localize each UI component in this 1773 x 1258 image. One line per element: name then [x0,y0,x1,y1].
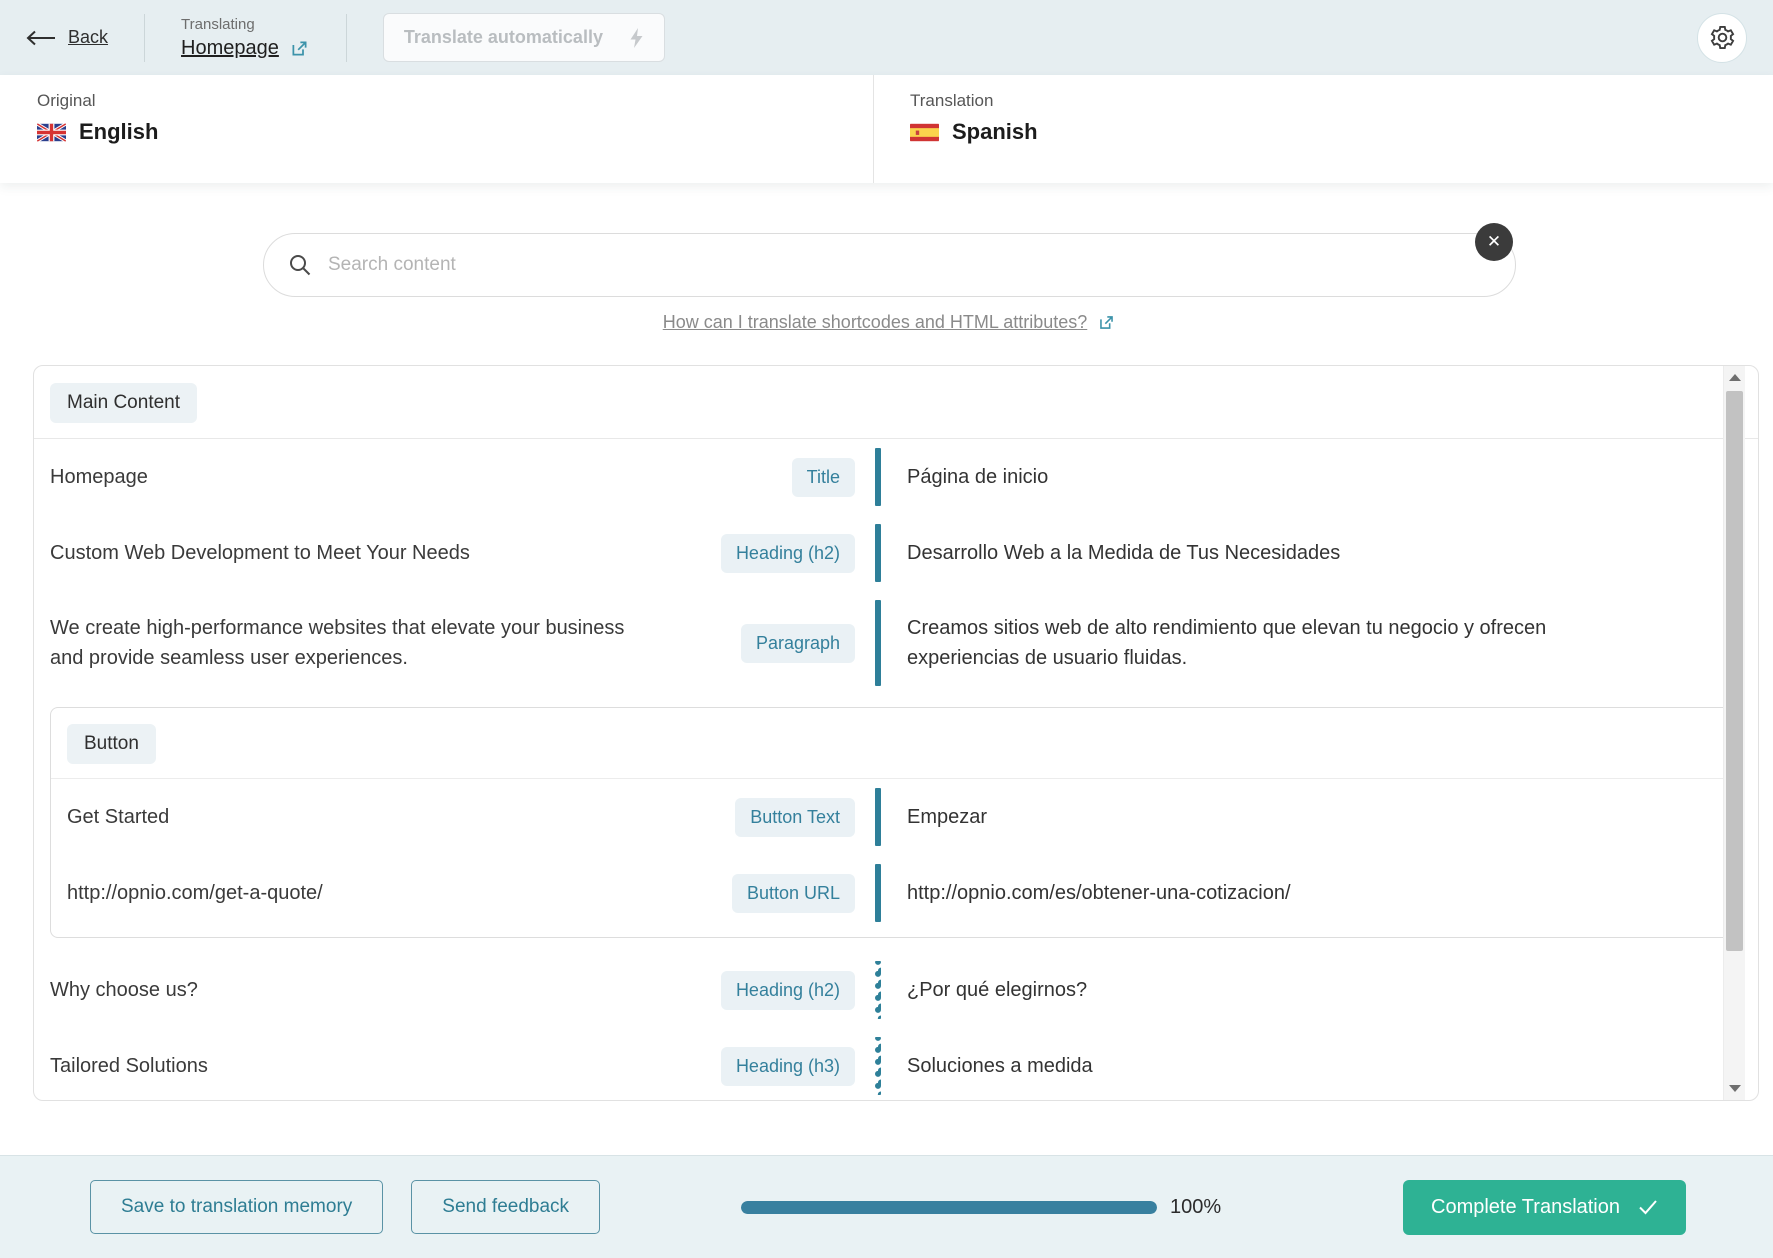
translating-label: Translating [181,16,310,33]
field-type-badge: Button URL [732,874,855,913]
translation-panel: Main Content Homepage Title Página de in… [33,365,1759,1101]
original-text: Custom Web Development to Meet Your Need… [50,538,470,568]
lightning-icon [629,28,644,48]
scrollbar-thumb[interactable] [1726,391,1743,951]
search-bar: ✕ [263,233,1516,297]
scroll-down-arrow[interactable] [1729,1085,1741,1092]
field-type-badge: Title [792,458,855,497]
translation-editor: Back Translating Homepage Translate auto… [0,0,1773,1258]
panel-scrollbar[interactable] [1723,366,1745,1100]
send-feedback-button[interactable]: Send feedback [411,1180,600,1234]
field-type-badge: Heading (h2) [721,534,855,573]
field-type-badge: Heading (h3) [721,1047,855,1086]
search-icon [288,253,312,277]
field-type-badge: Heading (h2) [721,971,855,1010]
button-group-box: Button Get Started Button Text Empezar h… [50,707,1740,938]
checkmark-icon [1638,1199,1658,1215]
translation-language-name: Spanish [952,119,1038,145]
original-text: Why choose us? [50,975,198,1005]
close-search-button[interactable]: ✕ [1475,223,1513,261]
translation-row[interactable]: Custom Web Development to Meet Your Need… [34,515,1758,591]
topbar-separator [144,14,145,62]
original-text: http://opnio.com/get-a-quote/ [67,878,323,908]
translation-row[interactable]: We create high-performance websites that… [34,591,1758,695]
original-label: Original [37,91,873,111]
progress-group: 100% [741,1196,1221,1219]
topbar-separator [346,14,347,62]
translation-row[interactable]: Homepage Title Página de inicio [34,439,1758,515]
translated-text[interactable]: Desarrollo Web a la Medida de Tus Necesi… [881,538,1571,568]
progress-bar [741,1201,1157,1214]
language-bar: Original English Translation [0,75,1773,183]
translated-text[interactable]: Empezar [881,802,1571,832]
original-text: We create high-performance websites that… [50,613,660,673]
external-link-icon[interactable] [289,38,310,59]
scroll-up-arrow[interactable] [1729,374,1741,381]
uk-flag-icon [37,123,66,142]
translate-automatically-label: Translate automatically [404,27,603,48]
translation-row[interactable]: Get Started Button Text Empezar [51,779,1739,855]
field-type-badge: Button Text [735,798,855,837]
content-area: ✕ How can I translate shortcodes and HTM… [0,183,1773,1155]
gear-icon [1709,24,1736,51]
close-icon: ✕ [1487,232,1501,252]
complete-translation-button[interactable]: Complete Translation [1403,1180,1686,1235]
settings-button[interactable] [1697,13,1747,63]
translation-row[interactable]: http://opnio.com/get-a-quote/ Button URL… [51,855,1739,931]
translation-row[interactable]: Why choose us? Heading (h2) ¿Por qué ele… [34,952,1758,1028]
translated-text[interactable]: http://opnio.com/es/obtener-una-cotizaci… [881,878,1571,908]
button-group-chip: Button [67,724,156,764]
progress-percentage: 100% [1170,1196,1221,1219]
translated-text[interactable]: Creamos sitios web de alto rendimiento q… [881,613,1571,673]
top-bar: Back Translating Homepage Translate auto… [0,0,1773,75]
translation-language-column: Translation Spanish [874,75,1038,183]
save-to-translation-memory-button[interactable]: Save to translation memory [90,1180,383,1234]
original-text: Get Started [67,802,169,832]
back-button[interactable]: Back [26,27,108,48]
original-text: Tailored Solutions [50,1051,208,1081]
translated-text[interactable]: Página de inicio [881,462,1571,492]
translating-block: Translating Homepage [181,16,310,60]
back-label: Back [68,27,108,48]
help-row: How can I translate shortcodes and HTML … [263,312,1516,333]
spain-flag-icon [910,123,939,142]
original-language-column: Original English [0,75,874,183]
field-type-badge: Paragraph [741,624,855,663]
translated-text[interactable]: ¿Por qué elegirnos? [881,975,1571,1005]
original-language-name: English [79,119,158,145]
translate-automatically-button[interactable]: Translate automatically [383,13,665,62]
bottom-bar: Save to translation memory Send feedback… [0,1155,1773,1258]
translated-text[interactable]: Soluciones a medida [881,1051,1571,1081]
original-text: Homepage [50,462,148,492]
search-input[interactable] [328,254,1491,276]
external-link-icon [1097,313,1116,332]
main-content-group-chip: Main Content [50,383,197,423]
back-arrow-icon [26,30,56,46]
shortcodes-help-link[interactable]: How can I translate shortcodes and HTML … [663,312,1088,333]
complete-translation-label: Complete Translation [1431,1196,1620,1219]
translation-row[interactable]: Tailored Solutions Heading (h3) Solucion… [34,1028,1758,1101]
page-name-link[interactable]: Homepage [181,37,279,60]
progress-bar-fill [741,1201,1157,1214]
translation-label: Translation [910,91,1038,111]
